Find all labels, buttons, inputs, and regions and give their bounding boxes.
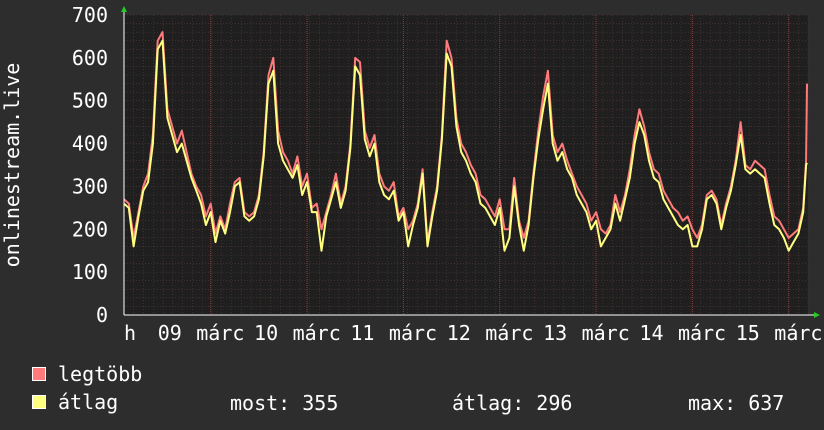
y-tick-label: 300 <box>72 174 108 198</box>
y-tick-label: 600 <box>72 46 108 70</box>
x-tick-label: márc <box>485 321 533 345</box>
x-tick-label: 15 <box>736 321 760 345</box>
y-tick-label: 500 <box>72 89 108 113</box>
legend-swatch-max <box>32 367 46 381</box>
y-tick-label: 0 <box>96 303 108 327</box>
x-tick-label: 09 <box>158 321 182 345</box>
y-axis-title: onlinestream.live <box>0 63 24 268</box>
x-tick-label: márc <box>389 321 437 345</box>
legend-item-max: legtöbb <box>32 362 143 386</box>
x-tick-label: 10 <box>254 321 278 345</box>
stat-current: most: 355 <box>230 391 339 415</box>
y-axis-arrow <box>121 6 127 12</box>
stat-max: max: 637 <box>688 391 785 415</box>
x-tick-label: márc <box>774 321 822 345</box>
legend-label-max: legtöbb <box>58 362 143 386</box>
x-tick-label: 13 <box>543 321 567 345</box>
x-axis-arrow <box>814 312 820 318</box>
x-tick-label: 14 <box>639 321 663 345</box>
y-tick-label: 400 <box>72 132 108 156</box>
x-tick-label: márc <box>293 321 341 345</box>
chart: 0 100 200 300 400 500 600 700 h 09 márc 10 márc 11 már… <box>0 3 822 345</box>
y-tick-label: 700 <box>72 3 108 27</box>
x-tick-label: márc <box>582 321 630 345</box>
x-tick-label: 12 <box>447 321 471 345</box>
legend-swatch-avg <box>32 395 46 409</box>
x-tick-label: márc <box>678 321 726 345</box>
x-tick-label: márc <box>196 321 244 345</box>
stat-average: átlag: 296 <box>452 391 573 415</box>
y-tick-label: 100 <box>72 260 108 284</box>
y-tick-label: 200 <box>72 217 108 241</box>
legend-item-avg: átlag <box>32 390 119 414</box>
x-tick-label: h <box>124 321 136 345</box>
legend-label-avg: átlag <box>58 390 119 414</box>
x-tick-label: 11 <box>350 321 374 345</box>
